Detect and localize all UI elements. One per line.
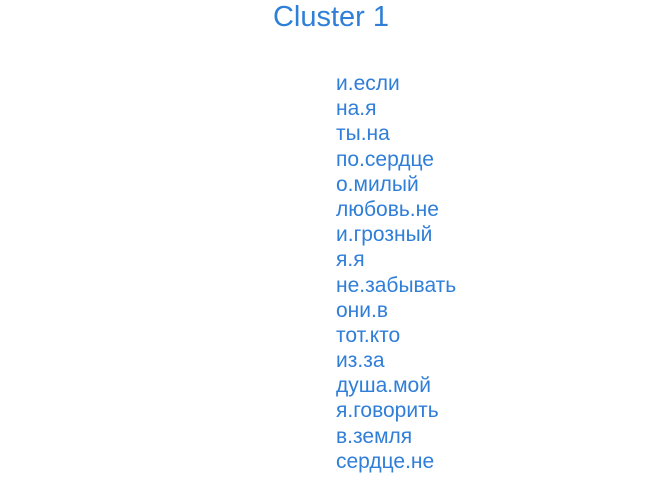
term-item: не.забывать	[336, 273, 457, 297]
term-item: и.грозный	[336, 223, 433, 247]
term-item: я.я	[336, 248, 365, 272]
term-item: тот.кто	[336, 323, 401, 347]
term-item: на.я	[336, 97, 377, 121]
term-item: в.земля	[336, 424, 413, 448]
term-list: и.если на.я ты.на по.сердце о.милый любо…	[336, 71, 456, 474]
term-item: и.если	[336, 72, 400, 95]
term-item: о.милый	[336, 172, 419, 196]
term-item: я.говорить	[336, 399, 439, 423]
term-item: по.сердце	[336, 147, 434, 171]
term-item: из.за	[336, 349, 385, 373]
term-item: они.в	[336, 298, 388, 322]
term-item: сердце.не	[336, 449, 435, 473]
cluster-title: Cluster 1	[272, 1, 390, 33]
term-item: ты.на	[336, 122, 390, 146]
term-item: любовь.не	[336, 197, 439, 221]
term-item: душа.мой	[336, 374, 431, 398]
